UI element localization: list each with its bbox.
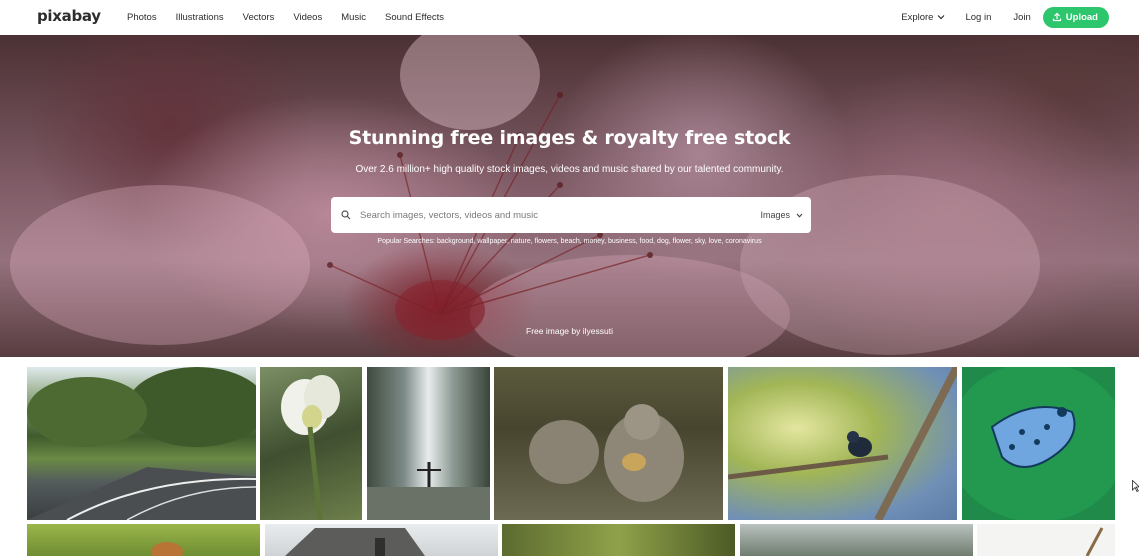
daffodil-graphic [281,375,340,520]
chevron-down-icon [796,213,803,218]
top-header: pixabay Photos Illustrations Vectors Vid… [0,0,1139,34]
search-icon[interactable] [341,210,351,220]
join-link[interactable]: Join [1013,12,1030,23]
hero-banner: Stunning free images & royalty free stoc… [0,35,1139,357]
dog-graphic [151,542,183,556]
search-bar: Images [331,197,811,233]
nav-illustrations[interactable]: Illustrations [176,12,224,23]
main-nav: Photos Illustrations Vectors Videos Musi… [127,0,463,34]
gallery-image-daffodil[interactable] [260,367,362,520]
gallery-image-road[interactable] [27,367,256,520]
bird-graphic [728,367,957,520]
explore-label: Explore [901,11,934,23]
waterfall-graphic [367,462,490,520]
gallery-image-dog[interactable] [27,524,260,556]
frog-graphic [962,367,1115,520]
house-graphic [285,528,425,556]
login-link[interactable]: Log in [965,12,991,23]
mouse-cursor-icon [1132,480,1139,492]
hero-content: Stunning free images & royalty free stoc… [0,35,1139,357]
gallery-image-sketch[interactable] [977,524,1115,556]
popular-searches[interactable]: Popular Searches: background, wallpaper,… [0,238,1139,245]
search-type-label: Images [760,210,790,220]
gallery-image-waterfall[interactable] [367,367,490,520]
gallery-image-foliage[interactable] [502,524,735,556]
account-nav: Explore Log in Join Upload [901,0,1109,34]
nav-videos[interactable]: Videos [293,12,322,23]
nav-photos[interactable]: Photos [127,12,157,23]
hero-title: Stunning free images & royalty free stoc… [348,127,791,149]
chevron-down-icon [938,15,945,20]
sketch-graphic [1085,527,1104,556]
explore-menu[interactable]: Explore [901,12,945,23]
gallery-image-house[interactable] [265,524,498,556]
gallery-image-frog[interactable] [962,367,1115,520]
upload-label: Upload [1065,11,1098,23]
nav-music[interactable]: Music [341,12,366,23]
gallery-image-forest[interactable] [740,524,973,556]
gallery-image-monkeys[interactable] [494,367,723,520]
upload-icon [1052,12,1061,22]
monkeys-graphic [529,404,684,502]
road-graphic [27,367,256,520]
search-type-select[interactable]: Images [760,210,803,220]
gallery-image-bird[interactable] [728,367,957,520]
hero-subtitle: Over 2.6 million+ high quality stock ima… [355,164,784,175]
search-input[interactable] [360,209,761,221]
pixabay-logo[interactable]: pixabay [37,7,101,25]
nav-vectors[interactable]: Vectors [243,12,275,23]
image-credit[interactable]: Free image by ilyessuti [0,326,1139,336]
nav-sound-effects[interactable]: Sound Effects [385,12,444,23]
upload-button[interactable]: Upload [1042,6,1109,28]
